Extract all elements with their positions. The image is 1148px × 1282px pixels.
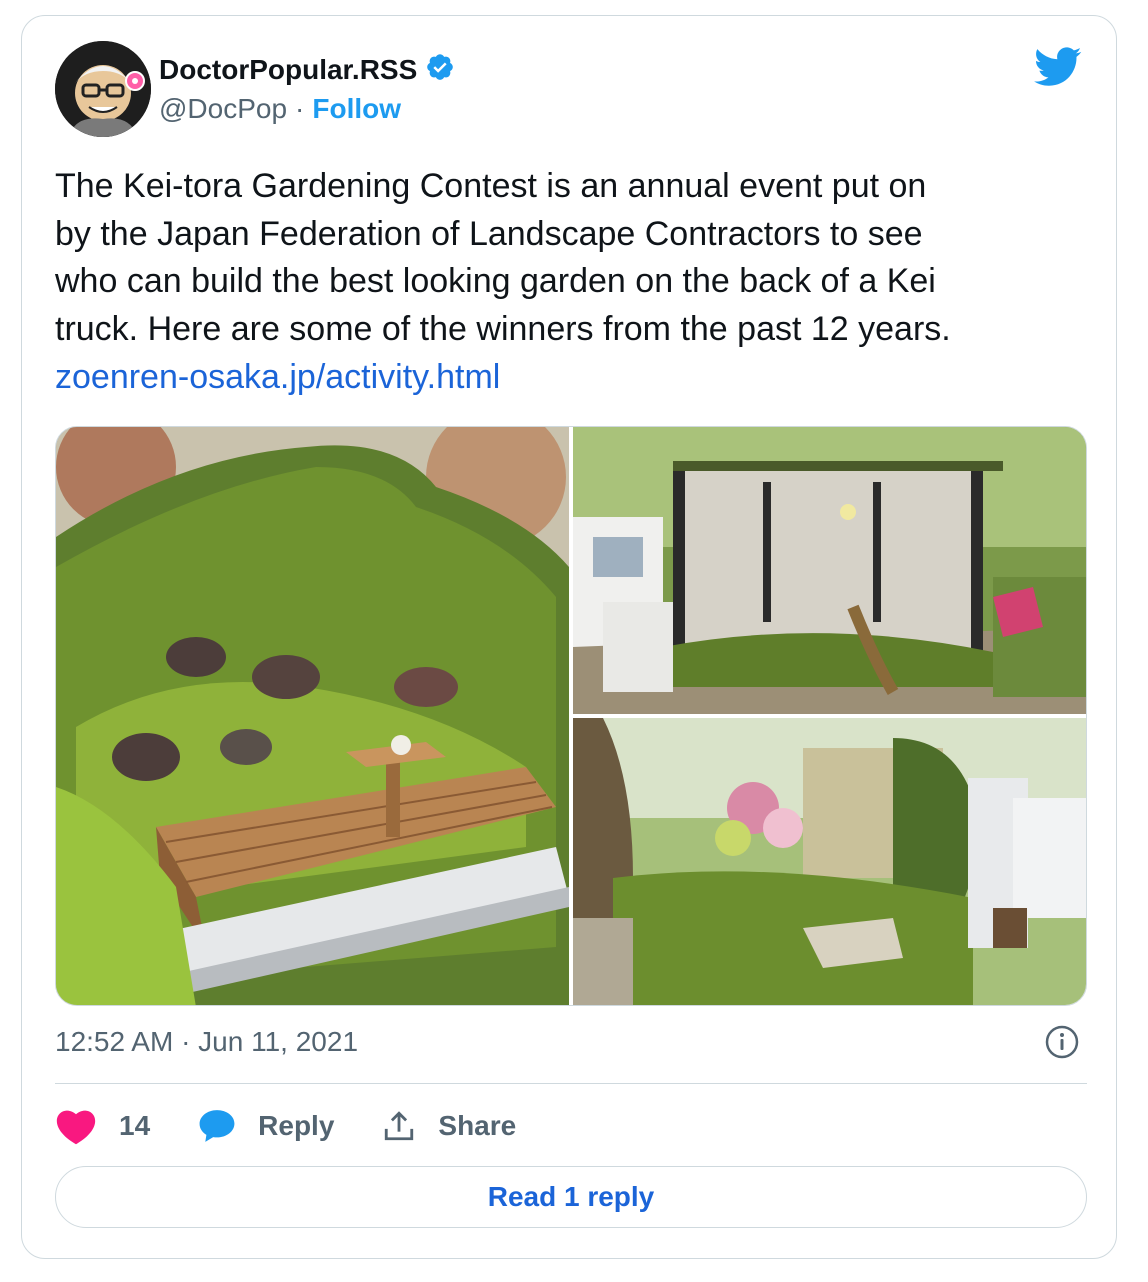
read-replies-button[interactable]: Read 1 reply — [55, 1166, 1087, 1228]
reply-label: Reply — [258, 1110, 335, 1141]
author-display-name[interactable]: DoctorPopular.RSS — [159, 53, 417, 87]
photo-garden-bench[interactable] — [56, 427, 569, 1005]
heart-icon — [56, 1110, 96, 1145]
tweet-timestamp[interactable]: 12:52 AM · Jun 11, 2021 — [55, 1024, 358, 1060]
info-icon[interactable] — [1044, 1024, 1080, 1060]
author-handle[interactable]: @DocPop — [159, 92, 287, 126]
share-button[interactable]: Share — [382, 1109, 516, 1143]
reply-bubble-icon — [199, 1110, 235, 1142]
like-count: 14 — [119, 1110, 151, 1141]
reply-button[interactable]: Reply — [198, 1108, 334, 1144]
author-handle-row: @DocPop · Follow — [159, 92, 401, 126]
twitter-bird-icon[interactable] — [1034, 46, 1082, 86]
verified-badge-icon — [425, 52, 455, 87]
like-button[interactable]: 14 — [55, 1107, 150, 1145]
tweet-link[interactable]: zoenren-osaka.jp/activity.html — [55, 354, 500, 402]
follow-button[interactable]: Follow — [312, 92, 401, 126]
divider — [55, 1083, 1087, 1084]
handle-separator: · — [295, 93, 305, 124]
tweet-card: DoctorPopular.RSS @DocPop · Follow The K… — [21, 15, 1117, 1259]
author-name-row: DoctorPopular.RSS — [159, 52, 455, 87]
share-icon — [385, 1111, 414, 1141]
photo-garden-frame[interactable] — [573, 427, 1086, 714]
media-grid — [55, 426, 1087, 1006]
action-bar: 14 Reply Share — [55, 1104, 564, 1148]
tweet-text: The Kei-tora Gardening Contest is an ann… — [55, 167, 951, 348]
photo-garden-flowers[interactable] — [573, 718, 1086, 1005]
avatar[interactable] — [55, 41, 151, 137]
share-label: Share — [438, 1110, 517, 1141]
